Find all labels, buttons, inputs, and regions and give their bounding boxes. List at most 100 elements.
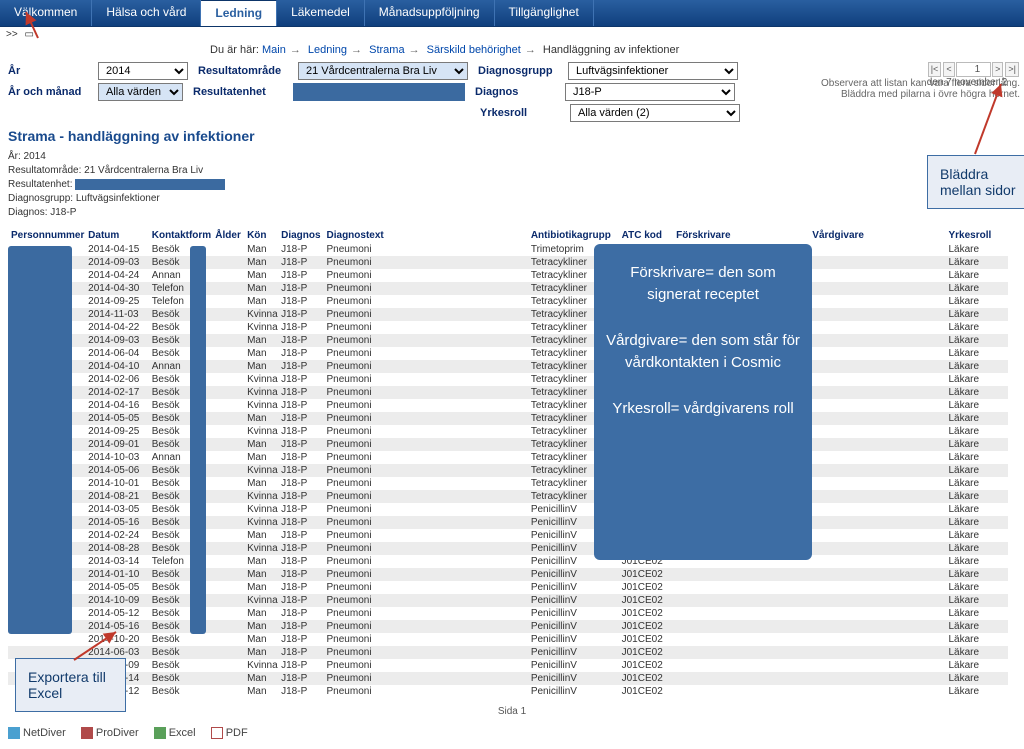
table-row[interactable]: 2014-04-16BesökKvinnaJ18-PPneumoniTetrac… bbox=[8, 399, 1008, 412]
export-netdiver[interactable]: NetDiver bbox=[8, 727, 66, 739]
pager-current: 1 bbox=[956, 62, 992, 77]
table-row[interactable]: 2014-02-24BesökManJ18-PPneumoniPenicilli… bbox=[8, 529, 1008, 542]
table-row[interactable]: 2014-10-01BesökManJ18-PPneumoniTetracykl… bbox=[8, 477, 1008, 490]
callout-paginate: Bläddra mellan sidor bbox=[927, 155, 1024, 209]
col-kontaktform[interactable]: Kontaktform bbox=[149, 228, 213, 243]
filter-resultunit-label: Resultatenhet bbox=[193, 86, 293, 98]
filter-diaggroup-select[interactable]: Luftvägsinfektioner bbox=[568, 62, 738, 80]
table-row[interactable]: 2014-04-14BesökManJ18-PPneumoniPenicilli… bbox=[8, 672, 1008, 685]
table-row[interactable]: 2014-06-04BesökManJ18-PPneumoniTetracykl… bbox=[8, 347, 1008, 360]
filter-year-select[interactable]: 2014 bbox=[98, 62, 188, 80]
table-row[interactable]: 2014-09-01BesökManJ18-PPneumoniTetracykl… bbox=[8, 438, 1008, 451]
table-row[interactable]: 2014-09-12BesökManJ18-PPneumoniPenicilli… bbox=[8, 685, 1008, 698]
filter-result-area-select[interactable]: 21 Vårdcentralerna Bra Liv bbox=[298, 62, 468, 80]
table-row[interactable]: 2014-04-24AnnanManJ18-PPneumoniTetracykl… bbox=[8, 269, 1008, 282]
col-v-rdgivare[interactable]: Vårdgivare bbox=[809, 228, 945, 243]
col-diagnostext[interactable]: Diagnostext bbox=[324, 228, 528, 243]
col-k-n[interactable]: Kön bbox=[244, 228, 278, 243]
meta-result-unit: Resultatenhet: bbox=[8, 178, 1016, 192]
crumb-1[interactable]: Ledning bbox=[308, 44, 347, 56]
export-pdf[interactable]: PDF bbox=[211, 727, 248, 739]
annotation-bubble: Förskrivare= den som signerat receptet V… bbox=[594, 244, 812, 560]
page-indicator: Sida 1 bbox=[0, 706, 1024, 717]
table-row[interactable]: 2014-10-20BesökManJ18-PPneumoniPenicilli… bbox=[8, 633, 1008, 646]
redaction-pn bbox=[8, 246, 72, 634]
crumb-2[interactable]: Strama bbox=[369, 44, 404, 56]
prodiver-icon bbox=[81, 727, 93, 739]
table-row[interactable]: 2014-05-06BesökKvinnaJ18-PPneumoniTetrac… bbox=[8, 464, 1008, 477]
filter-year-label: År bbox=[8, 65, 98, 77]
col-diagnos[interactable]: Diagnos bbox=[278, 228, 323, 243]
table-row[interactable]: 2014-04-10AnnanManJ18-PPneumoniTetracykl… bbox=[8, 360, 1008, 373]
filter-diag-select[interactable]: J18-P bbox=[565, 83, 735, 101]
pager-next[interactable]: > bbox=[992, 62, 1003, 77]
crumb-3[interactable]: Särskild behörighet bbox=[427, 44, 521, 56]
export-excel[interactable]: Excel bbox=[154, 727, 196, 739]
top-tabs: VälkommenHälsa och vårdLedningLäkemedelM… bbox=[0, 0, 1024, 27]
filter-role-label: Yrkesroll bbox=[480, 107, 570, 119]
pager-first[interactable]: |< bbox=[928, 62, 942, 77]
data-table: PersonnummerDatumKontaktformÅlderKönDiag… bbox=[8, 228, 1008, 698]
meta-diag: Diagnos: J18-P bbox=[8, 206, 1016, 220]
filter-diag-label: Diagnos bbox=[475, 86, 565, 98]
filter-diaggroup-label: Diagnosgrupp bbox=[478, 65, 568, 77]
tab-h-lsa-och-v-rd[interactable]: Hälsa och vård bbox=[92, 0, 201, 26]
table-row[interactable]: 2014-02-17BesökKvinnaJ18-PPneumoniTetrac… bbox=[8, 386, 1008, 399]
expand-icon[interactable]: >> bbox=[6, 29, 18, 40]
table-row[interactable]: 2014-09-25BesökKvinnaJ18-PPneumoniTetrac… bbox=[8, 425, 1008, 438]
filter-role-select[interactable]: Alla värden (2) bbox=[570, 104, 740, 122]
table-row[interactable]: 2014-09-03BesökManJ18-PPneumoniTetracykl… bbox=[8, 256, 1008, 269]
pdf-icon bbox=[211, 727, 223, 739]
table-row[interactable]: 2014-06-03BesökManJ18-PPneumoniPenicilli… bbox=[8, 646, 1008, 659]
filter-resultunit-select[interactable] bbox=[293, 83, 465, 101]
table-row[interactable]: 2014-08-28BesökKvinnaJ18-PPneumoniPenici… bbox=[8, 542, 1008, 555]
tab-v-lkommen[interactable]: Välkommen bbox=[0, 0, 92, 26]
col-antibiotikagrupp[interactable]: Antibiotikagrupp bbox=[528, 228, 619, 243]
table-row[interactable]: 2014-09-25TelefonManJ18-PPneumoniTetracy… bbox=[8, 295, 1008, 308]
col-datum[interactable]: Datum bbox=[85, 228, 149, 243]
excel-icon bbox=[154, 727, 166, 739]
tab-ledning[interactable]: Ledning bbox=[201, 0, 277, 26]
table-row[interactable]: 2014-03-05BesökKvinnaJ18-PPneumoniPenici… bbox=[8, 503, 1008, 516]
col--lder[interactable]: Ålder bbox=[212, 228, 244, 243]
table-row[interactable]: 2014-05-05BesökManJ18-PPneumoniPenicilli… bbox=[8, 581, 1008, 594]
filter-yearmonth-select[interactable]: Alla värden (11) bbox=[98, 83, 183, 101]
tab-l-kemedel[interactable]: Läkemedel bbox=[277, 0, 365, 26]
table-row[interactable]: 2014-11-03BesökKvinnaJ18-PPneumoniTetrac… bbox=[8, 308, 1008, 321]
list-note: Observera att listan kan vara flera sido… bbox=[760, 78, 1020, 100]
tab-m-nadsuppf-ljning[interactable]: Månadsuppföljning bbox=[365, 0, 495, 26]
table-row[interactable]: 2014-05-12BesökManJ18-PPneumoniPenicilli… bbox=[8, 607, 1008, 620]
table-row[interactable]: 2014-04-22BesökKvinnaJ18-PPneumoniTetrac… bbox=[8, 321, 1008, 334]
col-atc-kod[interactable]: ATC kod bbox=[619, 228, 673, 243]
doc-icon[interactable]: ▭ bbox=[24, 29, 33, 40]
breadcrumb: Du är här: Main→ Ledning→ Strama→ Särski… bbox=[210, 44, 1024, 56]
toolbar-icons: >> ▭ bbox=[0, 27, 1024, 42]
col-yrkesroll[interactable]: Yrkesroll bbox=[946, 228, 1009, 243]
table-row[interactable]: 2014-05-16BesökManJ18-PPneumoniPenicilli… bbox=[8, 620, 1008, 633]
table-row[interactable]: 2014-08-21BesökKvinnaJ18-PPneumoniTetrac… bbox=[8, 490, 1008, 503]
col-f-rskrivare[interactable]: Förskrivare bbox=[673, 228, 809, 243]
table-row[interactable]: 2014-04-30TelefonManJ18-PPneumoniTetracy… bbox=[8, 282, 1008, 295]
filter-yearmonth-label: År och månad bbox=[8, 86, 98, 98]
crumb-0[interactable]: Main bbox=[262, 44, 286, 56]
table-row[interactable]: 2014-02-06BesökKvinnaJ18-PPneumoniTetrac… bbox=[8, 373, 1008, 386]
col-personnummer[interactable]: Personnummer bbox=[8, 228, 85, 243]
tab-tillg-nglighet[interactable]: Tillgänglighet bbox=[495, 0, 594, 26]
table-row[interactable]: 2014-04-15BesökManJ18-PPneumoniTrimetopr… bbox=[8, 243, 1008, 256]
table-row[interactable]: 2014-01-10BesökManJ18-PPneumoniPenicilli… bbox=[8, 568, 1008, 581]
netdiver-icon bbox=[8, 727, 20, 739]
table-row[interactable]: 2014-05-05BesökManJ18-PPneumoniTetracykl… bbox=[8, 412, 1008, 425]
pager-prev[interactable]: < bbox=[943, 62, 954, 77]
report-header: Strama - handläggning av infektioner År:… bbox=[8, 128, 1016, 220]
data-table-container: PersonnummerDatumKontaktformÅlderKönDiag… bbox=[8, 228, 1016, 698]
table-row[interactable]: 2014-05-16BesökKvinnaJ18-PPneumoniPenici… bbox=[8, 516, 1008, 529]
callout-excel: Exportera till Excel bbox=[15, 658, 126, 712]
crumb-4: Handläggning av infektioner bbox=[543, 44, 679, 56]
pager-last[interactable]: >| bbox=[1005, 62, 1019, 77]
table-row[interactable]: 2014-09-03BesökManJ18-PPneumoniTetracykl… bbox=[8, 334, 1008, 347]
table-row[interactable]: 2014-10-03AnnanManJ18-PPneumoniTetracykl… bbox=[8, 451, 1008, 464]
table-row[interactable]: 2014-04-09BesökKvinnaJ18-PPneumoniPenici… bbox=[8, 659, 1008, 672]
table-row[interactable]: 2014-10-09BesökKvinnaJ18-PPneumoniPenici… bbox=[8, 594, 1008, 607]
table-row[interactable]: 2014-03-14TelefonManJ18-PPneumoniPenicil… bbox=[8, 555, 1008, 568]
export-prodiver[interactable]: ProDiver bbox=[81, 727, 139, 739]
